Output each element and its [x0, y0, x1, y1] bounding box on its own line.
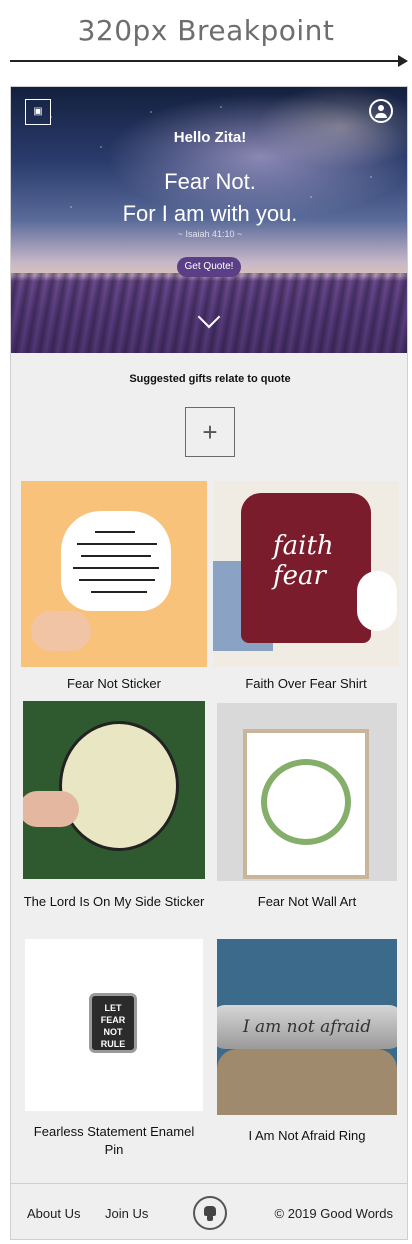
product-image-enamel-pin[interactable]: LET FEAR NOT RULE [25, 939, 203, 1111]
hand-shape [23, 791, 79, 827]
product-image-wall-art[interactable] [217, 703, 397, 881]
suggested-heading: Suggested gifts relate to quote [129, 373, 291, 385]
github-icon[interactable] [193, 1196, 227, 1230]
ring-band: I am not afraid [217, 1005, 397, 1049]
shoe-shape [357, 571, 397, 631]
breakpoint-title: 320px Breakpoint [77, 14, 335, 47]
quote-line-1: Fear Not. [164, 169, 256, 194]
hand-shape [31, 611, 91, 651]
product-image-fear-not-sticker[interactable] [21, 481, 207, 667]
user-icon[interactable] [369, 99, 393, 123]
product-name[interactable]: Faith Over Fear Shirt [213, 675, 399, 693]
shirt-print: faith fear [273, 531, 334, 591]
quote-reference: ~ Isaiah 41:10 ~ [177, 229, 243, 239]
sticker-circle [59, 721, 179, 851]
product-name[interactable]: The Lord Is On My Side Sticker [23, 893, 205, 911]
mobile-frame: ▣ Hello Zita! Fear Not. For I am with yo… [10, 86, 408, 1240]
plus-icon[interactable]: + [185, 407, 235, 457]
product-name[interactable]: Fearless Statement Enamel Pin [25, 1123, 203, 1159]
get-quote-button[interactable]: Get Quote! [177, 257, 241, 277]
copyright: © 2019 Good Words [274, 1206, 393, 1221]
product-image-ring[interactable]: I am not afraid [217, 939, 397, 1115]
quote-line-2: For I am with you. [122, 201, 298, 226]
footer: About Us Join Us © 2019 Good Words [11, 1183, 407, 1239]
product-image-faith-over-fear-shirt[interactable]: faith fear [213, 481, 399, 667]
rock-shape [217, 1049, 397, 1115]
product-name[interactable]: Fear Not Wall Art [217, 893, 397, 911]
join-link[interactable]: Join Us [105, 1206, 148, 1221]
sticker-shape [61, 511, 171, 611]
hero-banner: ▣ Hello Zita! Fear Not. For I am with yo… [11, 87, 407, 353]
floral-wreath [261, 759, 351, 845]
product-image-lord-sticker[interactable] [23, 701, 205, 879]
logo-icon[interactable]: ▣ [25, 99, 51, 125]
breakpoint-arrow [10, 55, 408, 67]
pin-shape: LET FEAR NOT RULE [89, 993, 137, 1053]
product-name[interactable]: Fear Not Sticker [21, 675, 207, 693]
product-name[interactable]: I Am Not Afraid Ring [217, 1127, 397, 1145]
about-link[interactable]: About Us [27, 1206, 80, 1221]
greeting: Hello Zita! [173, 129, 247, 146]
